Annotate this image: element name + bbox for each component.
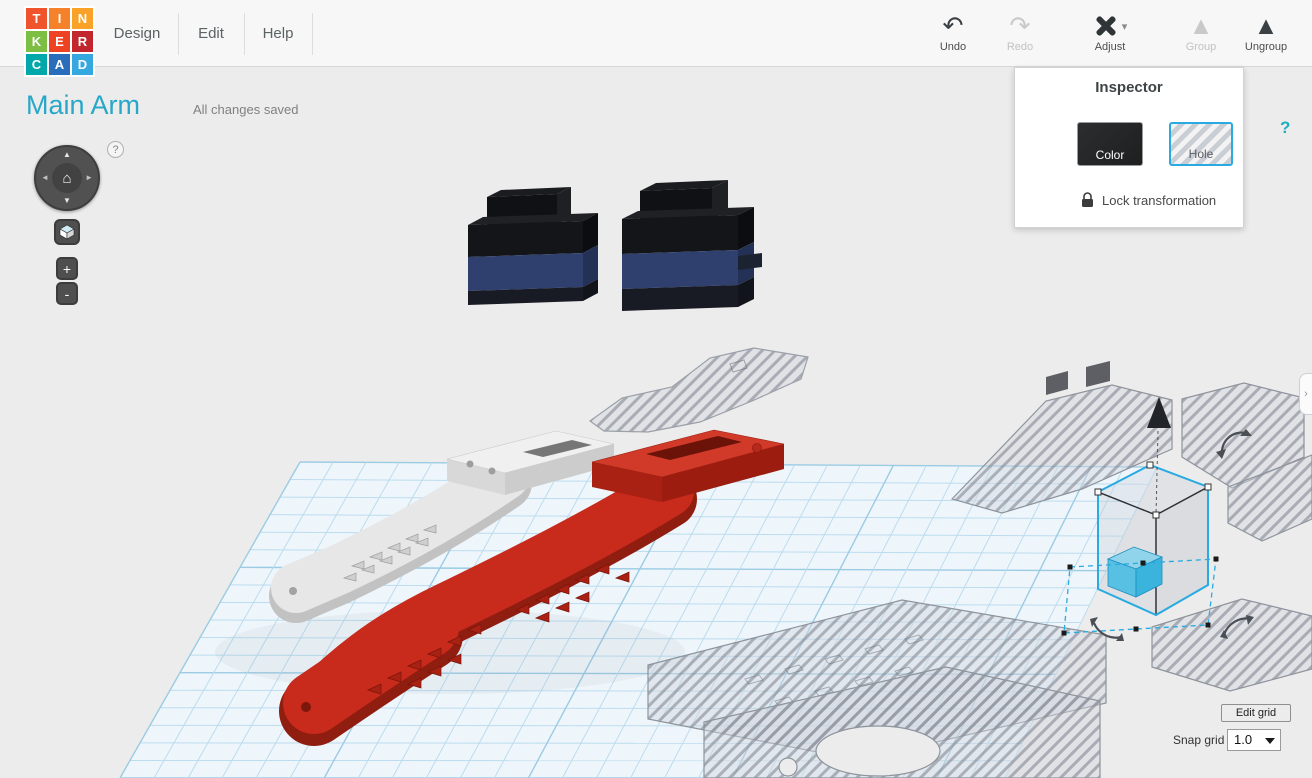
hole-swatch-label: Hole (1188, 147, 1214, 161)
snap-grid-select[interactable]: 1.0 (1227, 729, 1281, 751)
servo-object[interactable] (468, 187, 598, 305)
logo-tile: D (72, 54, 93, 75)
adjust-label: Adjust (1094, 41, 1126, 53)
ungroup-icon: ▲ (1253, 12, 1279, 40)
logo-tile: N (72, 8, 93, 29)
menu-divider (244, 13, 245, 55)
chevron-down-icon (1265, 738, 1275, 744)
group-button[interactable]: ▲ Group (1172, 11, 1230, 53)
lock-transformation-toggle[interactable]: Lock transformation (1081, 192, 1216, 208)
zoom-out-button[interactable]: - (56, 282, 78, 305)
inspector-title: Inspector (1095, 79, 1163, 96)
menu-help-label: Help (262, 25, 294, 42)
edit-grid-button[interactable]: Edit grid (1221, 704, 1291, 722)
fit-view-button[interactable] (54, 219, 80, 245)
redo-label: Redo (1006, 41, 1034, 53)
lock-icon (1082, 192, 1093, 207)
adjust-caret-icon: ▾ (1121, 20, 1128, 33)
lock-transformation-label: Lock transformation (1102, 192, 1217, 208)
rotate-up-arrow[interactable]: ▲ (63, 151, 71, 159)
menu-design-label: Design (113, 25, 161, 42)
adjust-button[interactable]: ▾ Adjust (1078, 11, 1142, 53)
inspector-panel: Inspector Color Hole Lock transformation (1014, 67, 1244, 228)
logo-tile: E (49, 31, 70, 52)
logo-tile: K (26, 31, 47, 52)
logo-tile: R (72, 31, 93, 52)
hole-swatch[interactable]: Hole (1169, 122, 1233, 166)
color-swatch[interactable]: Color (1077, 122, 1143, 166)
view-navigation-dial[interactable]: ▲ ▼ ◄ ► ⌂ (34, 145, 100, 211)
undo-label: Undo (939, 41, 967, 53)
rotate-down-arrow[interactable]: ▼ (63, 197, 71, 205)
cube-icon (59, 224, 75, 240)
logo-tile: T (26, 8, 47, 29)
save-status: All changes saved (193, 102, 299, 117)
hole-object[interactable] (1151, 598, 1312, 692)
ungroup-label: Ungroup (1244, 41, 1288, 53)
help-badge[interactable]: ? (107, 141, 124, 158)
menu-divider (312, 13, 313, 55)
servo-object[interactable] (622, 180, 762, 311)
undo-icon: ↶ (942, 12, 964, 40)
inspector-help-button[interactable]: ? (1280, 118, 1290, 138)
logo-tile: I (49, 8, 70, 29)
menu-edit-label: Edit (198, 25, 224, 42)
menu-divider (178, 13, 179, 55)
tinkercad-logo[interactable]: TIN KER CAD (24, 6, 95, 77)
color-swatch-label: Color (1095, 148, 1125, 162)
logo-tile: A (49, 54, 70, 75)
home-view-button[interactable]: ⌂ (52, 163, 82, 193)
hole-object[interactable] (588, 347, 809, 433)
redo-button[interactable]: ↷ Redo (992, 11, 1048, 53)
design-title[interactable]: Main Arm (26, 90, 140, 121)
menu-help[interactable]: Help (252, 0, 304, 67)
snap-grid-label: Snap grid (1173, 733, 1225, 747)
rotate-right-arrow[interactable]: ► (85, 174, 93, 182)
chevron-right-icon: › (1304, 388, 1308, 400)
redo-icon: ↷ (1009, 12, 1031, 40)
menu-edit[interactable]: Edit (185, 0, 237, 67)
menu-design[interactable]: Design (104, 0, 170, 67)
adjust-tools-icon (1096, 16, 1116, 36)
ungroup-button[interactable]: ▲ Ungroup (1237, 11, 1295, 53)
zoom-in-button[interactable]: + (56, 257, 78, 280)
snap-grid-value: 1.0 (1234, 732, 1253, 747)
group-label: Group (1185, 41, 1217, 53)
rotate-left-arrow[interactable]: ◄ (41, 174, 49, 182)
undo-button[interactable]: ↶ Undo (925, 11, 981, 53)
logo-tile: C (26, 54, 47, 75)
panel-expand-tab[interactable]: › (1299, 373, 1312, 415)
group-icon: ▲ (1188, 12, 1214, 40)
